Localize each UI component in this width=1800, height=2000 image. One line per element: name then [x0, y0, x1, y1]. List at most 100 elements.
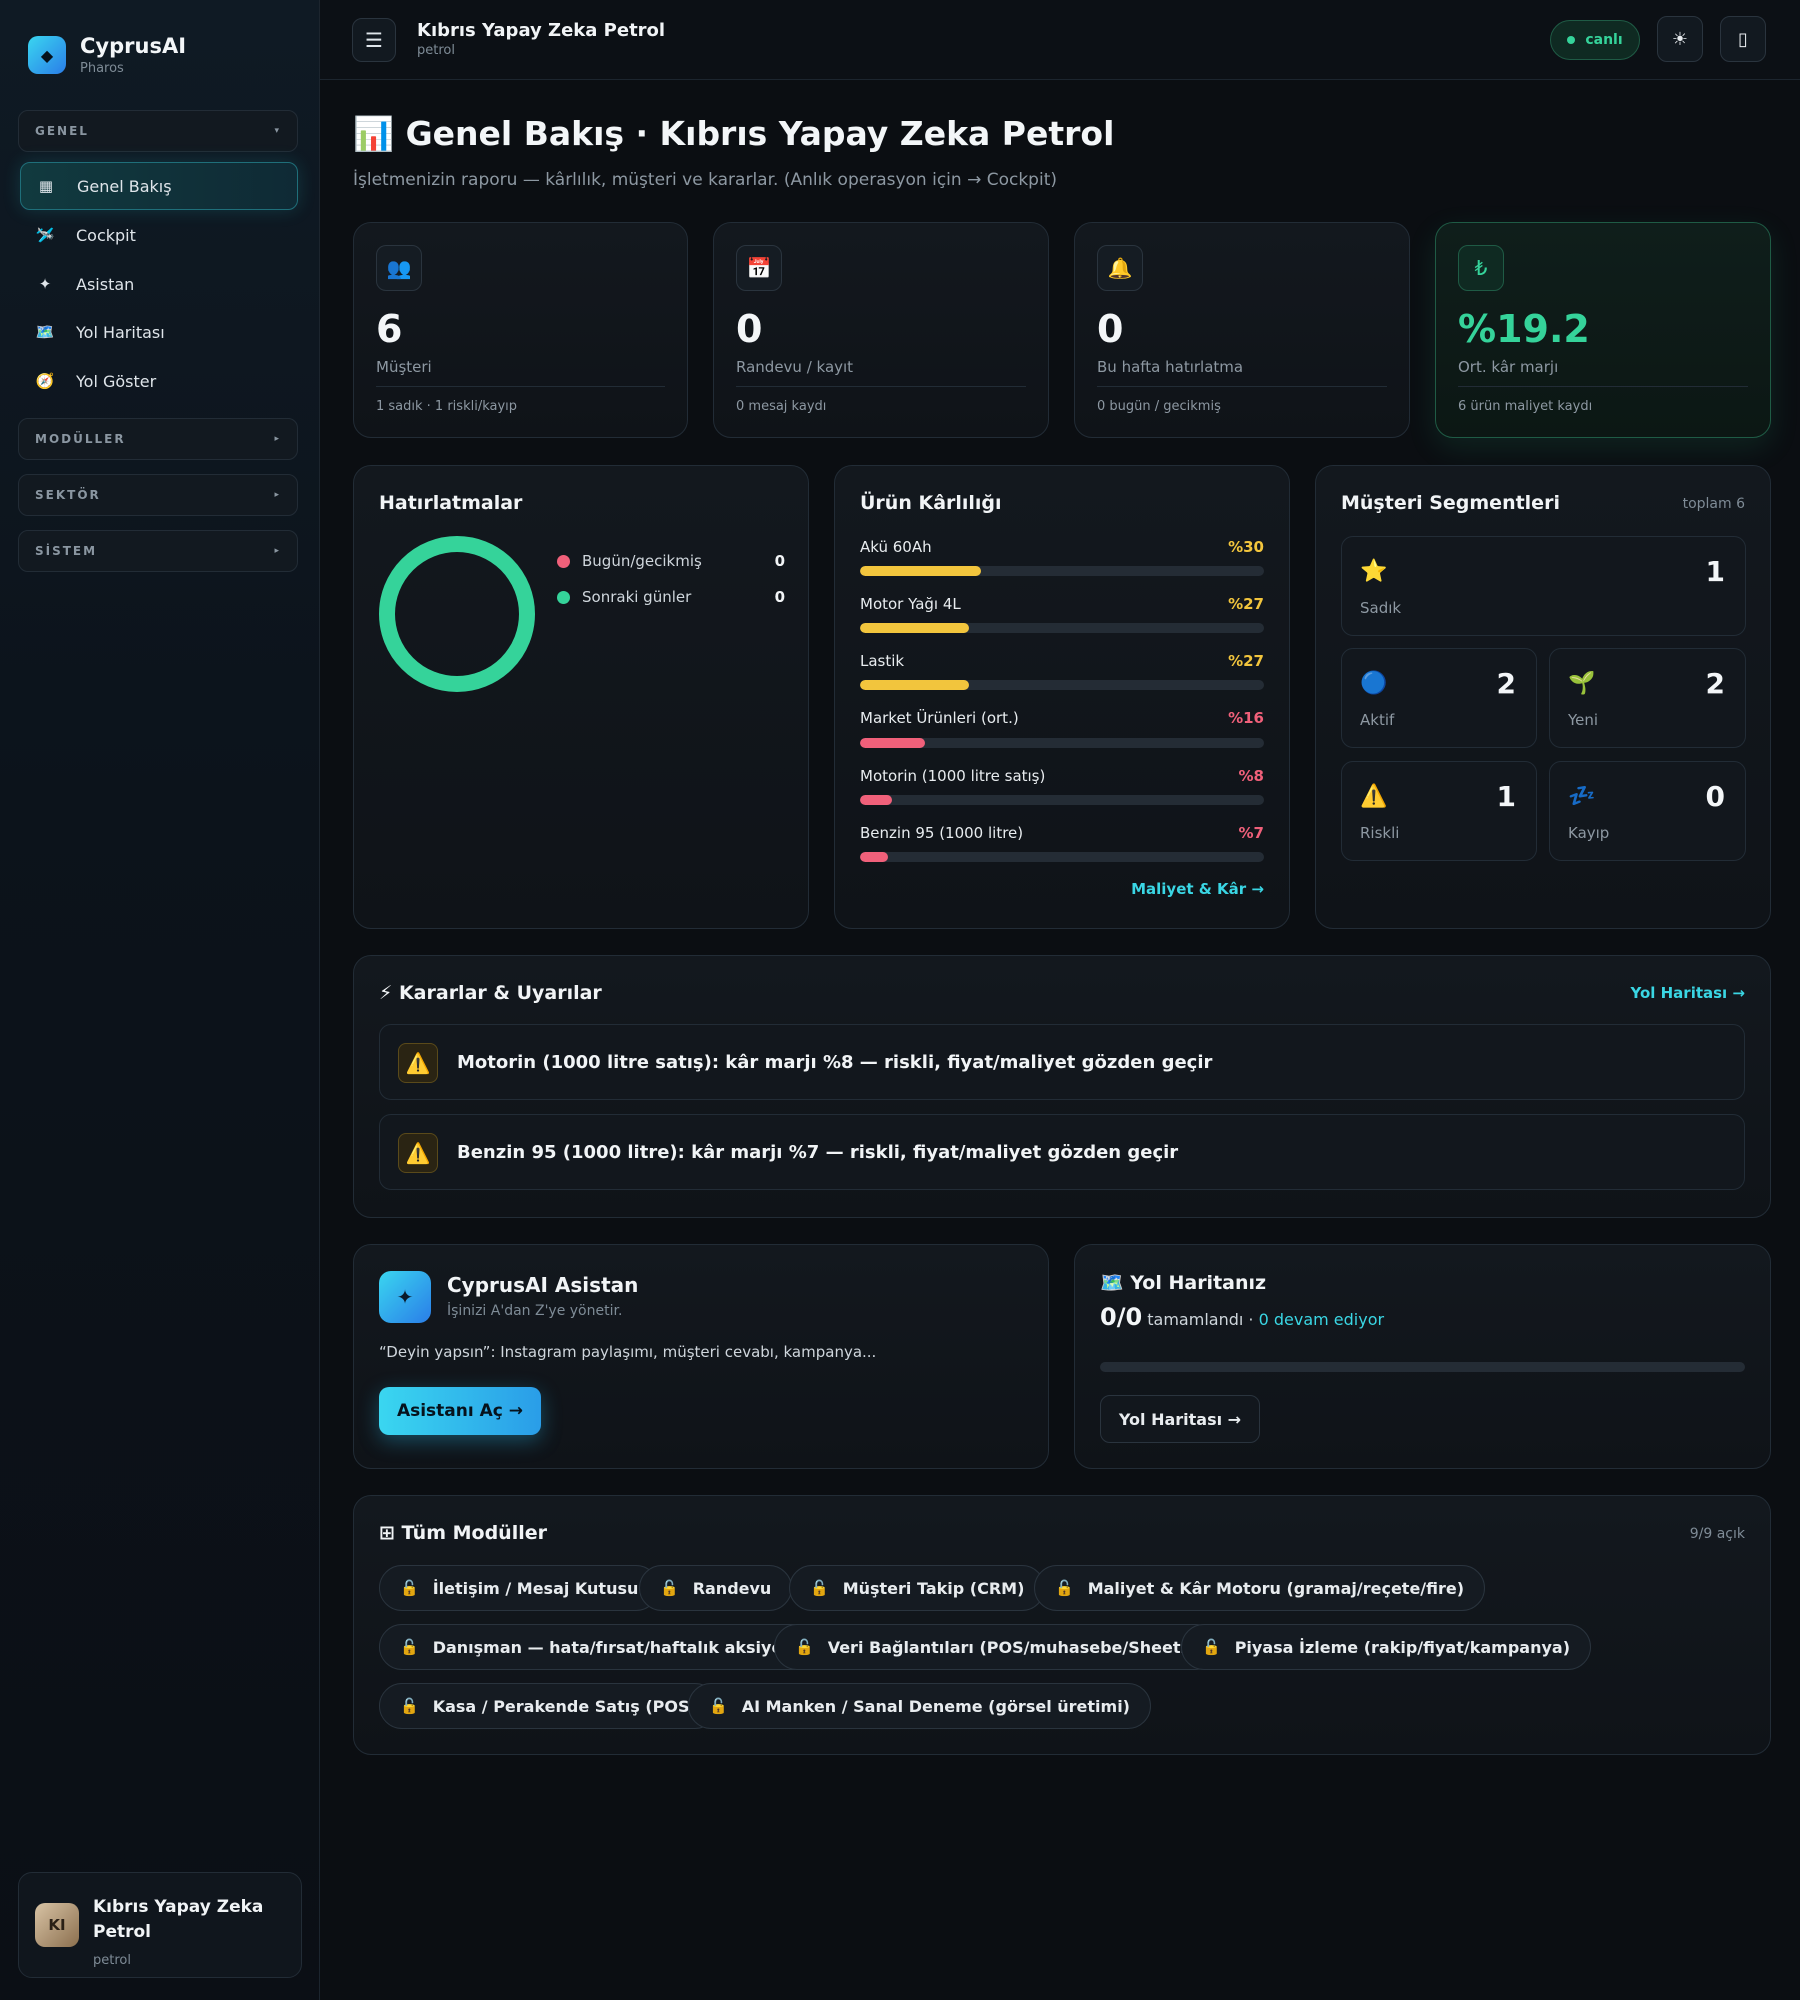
roadmap-in-progress: 0 devam ediyor	[1258, 1310, 1385, 1329]
stat-footnote: 0 mesaj kaydı	[736, 399, 827, 414]
module-chip[interactable]: 🔓 Danışman — hata/fırsat/haftalık aksiyo…	[379, 1624, 815, 1670]
unlock-icon: 🔓	[400, 1579, 419, 1597]
roadmap-button[interactable]: Yol Haritası →	[1100, 1395, 1260, 1443]
sleep-icon: 💤	[1568, 784, 1596, 809]
module-label: Müşteri Takip (CRM)	[842, 1578, 1025, 1598]
unlock-icon: 🔓	[660, 1579, 679, 1597]
legend-item-upcoming: Sonraki günler 0	[557, 588, 785, 606]
segment-count: 2	[1705, 667, 1725, 700]
product-bar-fill	[860, 795, 893, 805]
product-bar-track	[860, 566, 1264, 576]
module-chip[interactable]: 🔓 Kasa / Perakende Satış (POS)	[379, 1683, 718, 1729]
segments-total: toplam 6	[1682, 496, 1745, 512]
user-card[interactable]: KI Kıbrıs Yapay Zeka Petrol petrol	[18, 1872, 302, 1978]
segment-new[interactable]: 🌱 2 Yeni	[1549, 648, 1746, 748]
warning-icon: ⚠️	[398, 1043, 438, 1083]
divider	[1458, 386, 1748, 387]
cost-profit-link[interactable]: Maliyet & Kâr →	[1131, 880, 1264, 898]
sidebar-item-cockpit[interactable]: 🛩️ Cockpit	[20, 211, 298, 259]
stat-value: 0	[1097, 307, 1124, 351]
phone-icon: ▯	[1738, 28, 1748, 50]
assistant-description: “Deyin yapsın”: Instagram paylaşımı, müş…	[379, 1343, 877, 1361]
nav-group-genel[interactable]: GENEL ▾	[18, 110, 298, 152]
map-icon: 🗺️	[35, 323, 55, 341]
module-label: Kasa / Perakende Satış (POS)	[432, 1696, 697, 1716]
stat-value: %19.2	[1458, 307, 1590, 351]
product-bar-fill	[860, 566, 982, 576]
open-assistant-button[interactable]: Asistanı Aç →	[379, 1387, 541, 1435]
alert-item[interactable]: ⚠️ Benzin 95 (1000 litre): kâr marjı %7 …	[379, 1114, 1745, 1190]
segment-lost[interactable]: 💤 0 Kayıp	[1549, 761, 1746, 861]
segment-loyal[interactable]: ⭐ 1 Sadık	[1341, 536, 1746, 636]
stat-card-appointments[interactable]: 📅 0 Randevu / kayıt 0 mesaj kaydı	[713, 222, 1049, 438]
segment-count: 2	[1496, 667, 1516, 700]
roadmap-link[interactable]: Yol Haritası →	[1630, 984, 1745, 1002]
sidebar-item-yol-goster[interactable]: 🧭 Yol Göster	[20, 357, 298, 405]
assistant-title: CyprusAI Asistan	[447, 1273, 639, 1297]
seedling-icon: 🌱	[1568, 671, 1596, 696]
product-bar-fill	[860, 623, 970, 633]
stat-card-margin[interactable]: ₺ %19.2 Ort. kâr marjı 6 ürün maliyet ka…	[1435, 222, 1771, 438]
unlock-icon: 🔓	[1055, 1579, 1074, 1597]
segment-active[interactable]: 🔵 2 Aktif	[1341, 648, 1537, 748]
legend-label: Sonraki günler	[582, 588, 692, 606]
avatar: KI	[35, 1903, 79, 1947]
page-title: 📊 Genel Bakış · Kıbrıs Yapay Zeka Petrol	[353, 114, 1115, 153]
alert-item[interactable]: ⚠️ Motorin (1000 litre satış): kâr marjı…	[379, 1024, 1745, 1100]
nav-group-moduller[interactable]: MODÜLLER ▸	[18, 418, 298, 460]
product-bar-fill	[860, 680, 970, 690]
product-profitability-card: Ürün Kârlılığı Akü 60Ah %30 Motor Yağı 4…	[834, 465, 1290, 929]
module-chip[interactable]: 🔓 Piyasa İzleme (rakip/fiyat/kampanya)	[1181, 1624, 1591, 1670]
product-label: Akü 60Ah	[860, 538, 932, 556]
theme-toggle-button[interactable]: ☀	[1657, 16, 1703, 62]
divider	[736, 386, 1026, 387]
nav-group-sektor[interactable]: SEKTÖR ▸	[18, 474, 298, 516]
module-chip[interactable]: 🔓 Veri Bağlantıları (POS/muhasebe/Sheets…	[774, 1624, 1219, 1670]
stat-card-reminders[interactable]: 🔔 0 Bu hafta hatırlatma 0 bugün / gecikm…	[1074, 222, 1410, 438]
modules-card: ⊞ Tüm Modüller 9/9 açık 🔓 İletişim / Mes…	[353, 1495, 1771, 1755]
menu-button[interactable]: ☰	[352, 18, 396, 62]
device-button[interactable]: ▯	[1720, 16, 1766, 62]
roadmap-done-count: 0/0	[1100, 1303, 1143, 1331]
lira-icon: ₺	[1458, 245, 1504, 291]
stat-label: Randevu / kayıt	[736, 358, 854, 376]
sidebar: ◆ CyprusAI Pharos GENEL ▾ ▦ Genel Bakış …	[0, 0, 320, 2000]
product-margin: %30	[1228, 538, 1264, 556]
nav-group-label: MODÜLLER	[35, 432, 126, 446]
business-title: Kıbrıs Yapay Zeka Petrol	[417, 20, 666, 41]
sidebar-item-genel-bakis[interactable]: ▦ Genel Bakış	[20, 162, 298, 210]
assistant-card: ✦ CyprusAI Asistan İşinizi A'dan Z'ye yö…	[353, 1244, 1049, 1469]
product-margin: %8	[1238, 767, 1264, 785]
stat-card-customers[interactable]: 👥 6 Müşteri 1 sadık · 1 riskli/kayıp	[353, 222, 688, 438]
segment-risky[interactable]: ⚠️ 1 Riskli	[1341, 761, 1537, 861]
nav-group-label: GENEL	[35, 124, 89, 138]
sidebar-item-asistan[interactable]: ✦ Asistan	[20, 260, 298, 308]
sparkle-icon: ✦	[379, 1271, 431, 1323]
module-chip[interactable]: 🔓 Randevu	[639, 1565, 793, 1611]
nav-group-label: SİSTEM	[35, 544, 98, 558]
module-chip[interactable]: 🔓 Maliyet & Kâr Motoru (gramaj/reçete/fi…	[1034, 1565, 1486, 1611]
stat-label: Bu hafta hatırlatma	[1097, 358, 1244, 376]
legend-value: 0	[774, 552, 785, 570]
nav-group-sistem[interactable]: SİSTEM ▸	[18, 530, 298, 572]
segment-label: Kayıp	[1568, 824, 1610, 842]
plane-icon: 🛩️	[35, 226, 55, 244]
module-chip[interactable]: 🔓 AI Manken / Sanal Deneme (görsel üreti…	[688, 1683, 1151, 1729]
stat-label: Müşteri	[376, 358, 432, 376]
module-chip[interactable]: 🔓 İletişim / Mesaj Kutusu	[379, 1565, 660, 1611]
product-margin: %27	[1228, 652, 1264, 670]
sidebar-item-yol-haritasi[interactable]: 🗺️ Yol Haritası	[20, 308, 298, 356]
module-label: Danışman — hata/fırsat/haftalık aksiyon	[432, 1637, 794, 1657]
people-icon: 👥	[376, 245, 422, 291]
module-label: AI Manken / Sanal Deneme (görsel üretimi…	[741, 1696, 1130, 1716]
sidebar-item-label: Asistan	[76, 274, 135, 294]
alert-text: Benzin 95 (1000 litre): kâr marjı %7 — r…	[457, 1142, 1179, 1163]
product-bar-track	[860, 852, 1264, 862]
card-title: Müşteri Segmentleri	[1341, 492, 1560, 514]
product-label: Market Ürünleri (ort.)	[860, 709, 1019, 727]
unlock-icon: 🔓	[1202, 1638, 1221, 1656]
hamburger-icon: ☰	[365, 28, 383, 52]
module-chip[interactable]: 🔓 Müşteri Takip (CRM)	[789, 1565, 1046, 1611]
segment-label: Aktif	[1360, 711, 1395, 729]
brand[interactable]: ◆ CyprusAI Pharos	[28, 34, 186, 76]
